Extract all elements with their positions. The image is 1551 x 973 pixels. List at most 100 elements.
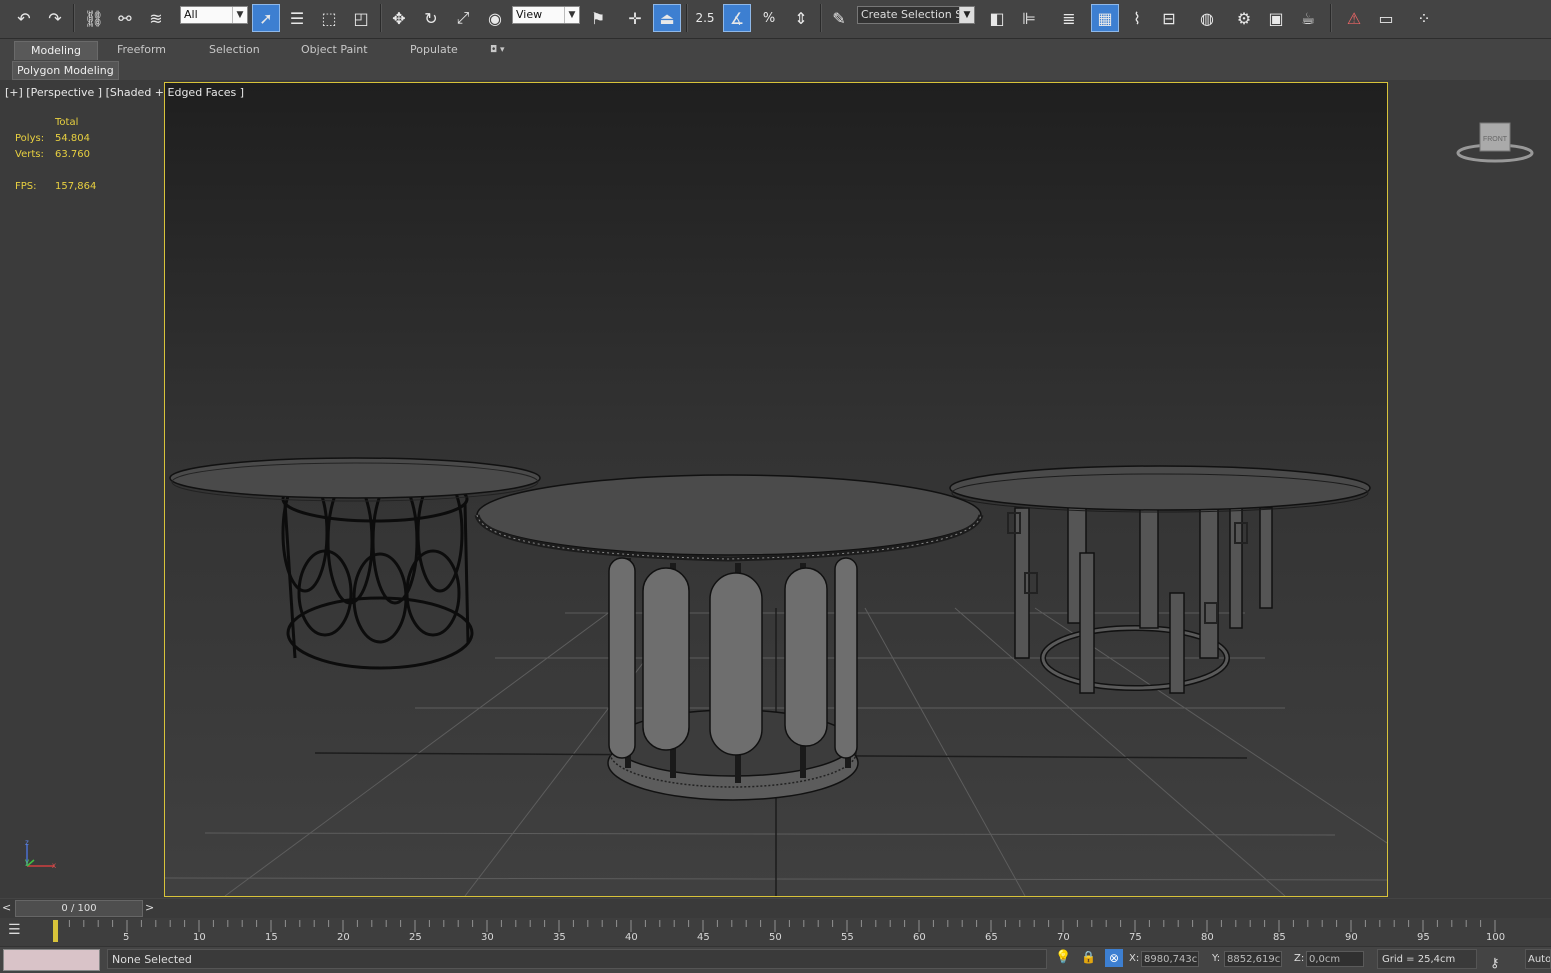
measure-icon[interactable]: ▭ bbox=[1372, 4, 1400, 32]
link-icon[interactable]: ⛓ bbox=[80, 4, 108, 32]
named-selection-dropdown[interactable]: Create Selection Se ▼ bbox=[857, 6, 975, 24]
tab-modeling-label: Modeling bbox=[30, 44, 82, 57]
tab-object-paint-label: Object Paint bbox=[301, 43, 368, 56]
spinner-snap-icon[interactable]: ⇕ bbox=[787, 4, 815, 32]
rotate-icon[interactable]: ↻ bbox=[417, 4, 445, 32]
fps-label: FPS: bbox=[15, 181, 37, 192]
edit-named-selection-icon[interactable]: ✎ bbox=[825, 4, 853, 32]
rect-selection-icon[interactable]: ⬚ bbox=[315, 4, 343, 32]
polygon-modeling-label: Polygon Modeling bbox=[17, 64, 114, 77]
ribbon-options-icon[interactable]: ◘ ▾ bbox=[486, 41, 509, 59]
tab-selection[interactable]: Selection bbox=[205, 41, 264, 59]
absolute-mode-icon[interactable]: ⊗ bbox=[1105, 949, 1123, 967]
reference-coord-dropdown[interactable]: View ▼ bbox=[512, 6, 580, 24]
key-icon[interactable]: ⚷ bbox=[1490, 956, 1500, 971]
manipulate-icon[interactable]: ✛ bbox=[621, 4, 649, 32]
time-marker[interactable] bbox=[53, 920, 58, 942]
tab-populate-label: Populate bbox=[410, 43, 458, 56]
snap-toggle-label: 2.5 bbox=[695, 11, 715, 25]
curve-editor-icon[interactable]: ⌇ bbox=[1123, 4, 1151, 32]
chevron-down-icon: ▼ bbox=[232, 7, 247, 23]
tick-label: 10 bbox=[193, 932, 206, 943]
x-coord-field[interactable]: 8980,743cı bbox=[1141, 951, 1199, 967]
tick-label: 95 bbox=[1417, 932, 1430, 943]
keyboard-shortcut-icon[interactable]: ⏏ bbox=[653, 4, 681, 32]
tick-label: 25 bbox=[409, 932, 422, 943]
align-icon[interactable]: ⊫ bbox=[1015, 4, 1043, 32]
tick-label: 35 bbox=[553, 932, 566, 943]
angle-snap-icon[interactable]: ∡ bbox=[723, 4, 751, 32]
render-production-icon[interactable]: ⚠ bbox=[1340, 4, 1368, 32]
grid-size-text: Grid = 25,4cm bbox=[1382, 954, 1456, 965]
select-by-name-icon[interactable]: ☰ bbox=[283, 4, 311, 32]
render-icon[interactable]: ☕ bbox=[1294, 4, 1322, 32]
move-icon[interactable]: ✥ bbox=[385, 4, 413, 32]
particle-view-icon[interactable]: ⁘ bbox=[1410, 4, 1438, 32]
scale-icon[interactable]: ⤢ bbox=[449, 4, 477, 32]
prev-frame-label: < bbox=[2, 901, 12, 914]
mirror-icon[interactable]: ◧ bbox=[983, 4, 1011, 32]
tick-label: 55 bbox=[841, 932, 854, 943]
fps-value: 157,864 bbox=[55, 181, 97, 192]
selection-filter-dropdown[interactable]: All ▼ bbox=[180, 6, 248, 24]
tab-populate[interactable]: Populate bbox=[406, 41, 462, 59]
tick-label: 30 bbox=[481, 932, 494, 943]
schematic-view-icon[interactable]: ⊟ bbox=[1155, 4, 1183, 32]
viewcube-front-label: FRONT bbox=[1483, 136, 1508, 143]
pivot-icon[interactable]: ⚑ bbox=[584, 4, 612, 32]
curve-editor-toggle-icon[interactable]: ☰ bbox=[8, 922, 32, 942]
axis-z-label: z bbox=[25, 838, 29, 847]
y-coord-field[interactable]: 8852,619cı bbox=[1224, 951, 1282, 967]
tab-selection-label: Selection bbox=[209, 43, 260, 56]
viewport-label-text: [+] [Perspective ] [Shaded + Edged Faces… bbox=[5, 86, 245, 99]
snap-toggle-icon[interactable]: 2.5 bbox=[691, 4, 719, 32]
verts-label: Verts: bbox=[15, 149, 44, 160]
lock-selection-icon[interactable]: 🔒 bbox=[1081, 950, 1096, 964]
prev-frame-button[interactable]: < bbox=[2, 901, 11, 914]
viewport-label-menu[interactable]: [+] [Perspective ] [Shaded + Edged Faces… bbox=[5, 86, 244, 99]
tab-freeform-label: Freeform bbox=[117, 43, 166, 56]
track-bar-ticks bbox=[54, 920, 1496, 932]
material-editor-icon[interactable]: ◍ bbox=[1193, 4, 1221, 32]
rendered-frame-icon[interactable]: ▣ bbox=[1262, 4, 1290, 32]
axis-y-label: y bbox=[25, 857, 29, 866]
viewcube[interactable]: FRONT bbox=[1452, 118, 1538, 166]
tick-label: 80 bbox=[1201, 932, 1214, 943]
reference-coord-value: View bbox=[516, 8, 543, 21]
x-coord-value: 8980,743cı bbox=[1144, 954, 1199, 965]
select-object-icon[interactable]: ➚ bbox=[252, 4, 280, 32]
bind-space-warp-icon[interactable]: ≋ bbox=[142, 4, 170, 32]
next-frame-button[interactable]: > bbox=[145, 901, 154, 914]
time-slider[interactable]: 0 / 100 bbox=[15, 900, 143, 917]
auto-key-button[interactable]: Auto bbox=[1525, 949, 1551, 969]
polygon-modeling-panel[interactable]: Polygon Modeling bbox=[12, 61, 119, 80]
layer-explorer-icon[interactable]: ≣ bbox=[1055, 4, 1083, 32]
tick-label: 90 bbox=[1345, 932, 1358, 943]
tick-label: 65 bbox=[985, 932, 998, 943]
undo-icon[interactable]: ↶ bbox=[10, 4, 38, 32]
tick-label: 40 bbox=[625, 932, 638, 943]
unlink-icon[interactable]: ⚯ bbox=[111, 4, 139, 32]
placement-icon[interactable]: ◉ bbox=[481, 4, 509, 32]
ribbon-tabs: Modeling Freeform Selection Object Paint… bbox=[0, 39, 1551, 61]
tab-freeform[interactable]: Freeform bbox=[113, 41, 170, 59]
named-selection-placeholder: Create Selection Se bbox=[861, 8, 969, 21]
tick-label: 50 bbox=[769, 932, 782, 943]
redo-icon[interactable]: ↷ bbox=[41, 4, 69, 32]
percent-snap-icon[interactable]: % bbox=[755, 4, 783, 32]
isolate-selection-icon[interactable]: 💡 bbox=[1055, 950, 1071, 965]
z-coord-field[interactable]: 0,0cm bbox=[1306, 951, 1364, 967]
render-setup-icon[interactable]: ⚙ bbox=[1230, 4, 1258, 32]
tab-object-paint[interactable]: Object Paint bbox=[297, 41, 372, 59]
maxscript-listener[interactable] bbox=[3, 949, 100, 971]
y-coord-value: 8852,619cı bbox=[1227, 954, 1282, 965]
z-coord-value: 0,0cm bbox=[1309, 954, 1341, 965]
scene-explorer-icon[interactable]: ▦ bbox=[1091, 4, 1119, 32]
tick-label: 70 bbox=[1057, 932, 1070, 943]
tick-label: 100 bbox=[1486, 932, 1506, 943]
stats-header: Total bbox=[55, 117, 79, 128]
z-label: Z: bbox=[1294, 953, 1305, 964]
window-crossing-icon[interactable]: ◰ bbox=[347, 4, 375, 32]
selection-status-text: None Selected bbox=[112, 953, 192, 966]
tab-modeling[interactable]: Modeling bbox=[14, 41, 98, 60]
